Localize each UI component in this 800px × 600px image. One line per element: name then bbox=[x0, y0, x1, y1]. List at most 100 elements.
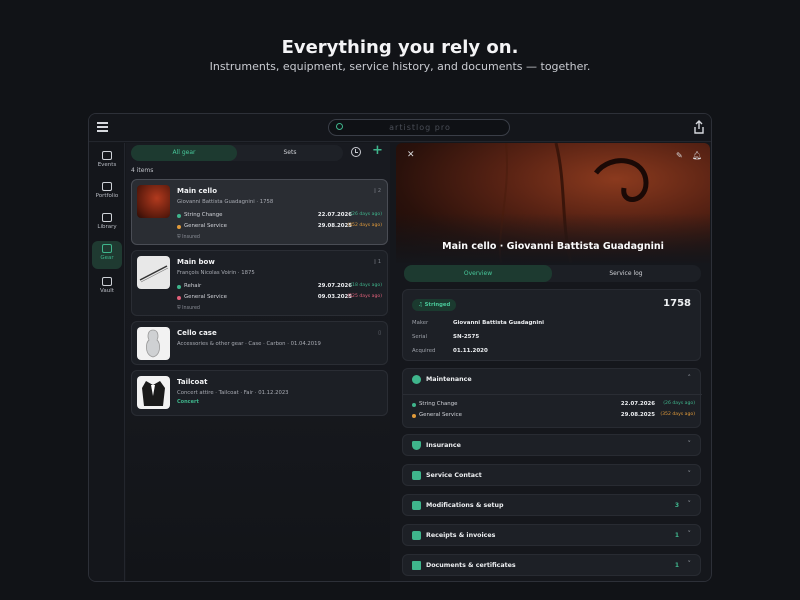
section-title: Receipts & invoices bbox=[426, 532, 496, 539]
cello-thumbnail bbox=[137, 185, 170, 218]
service-relative: (26 days ago) bbox=[663, 401, 695, 406]
info-value: SN-2575 bbox=[453, 334, 480, 340]
service-name: Rehair bbox=[184, 283, 202, 289]
vault-icon bbox=[102, 277, 112, 286]
gear-card-main-bow[interactable]: Main bow François Nicolas Voirin · 1875 … bbox=[131, 250, 388, 316]
tab-sets[interactable]: Sets bbox=[237, 145, 343, 161]
bell-icon[interactable]: 🔔︎ bbox=[692, 151, 702, 160]
instrument-banner: ✕ ✎ 🔔︎ Main cello · Giovanni Battista Gu… bbox=[396, 143, 710, 263]
add-icon[interactable]: + bbox=[372, 143, 383, 158]
close-icon[interactable]: ✕ bbox=[407, 150, 415, 160]
rail-item-portfolio[interactable]: Portfolio bbox=[92, 179, 122, 207]
rail-label: Gear bbox=[100, 255, 114, 261]
status-dot bbox=[177, 225, 181, 229]
shield-icon bbox=[412, 441, 421, 450]
service-relative: (525 days ago) bbox=[347, 294, 382, 299]
rail-item-events[interactable]: Events bbox=[92, 148, 122, 176]
category-label: Stringed bbox=[424, 302, 451, 308]
card-subtitle: Giovanni Battista Guadagnini · 1758 bbox=[177, 199, 274, 205]
edit-icon[interactable]: ✎ bbox=[676, 151, 683, 160]
folder-icon bbox=[412, 561, 421, 570]
card-title: Tailcoat bbox=[177, 378, 208, 386]
service-row: Rehair 29.07.2026 (18 days ago) bbox=[177, 283, 382, 291]
history-icon[interactable] bbox=[351, 147, 361, 157]
insured-label: Insured bbox=[182, 235, 200, 240]
status-dot bbox=[412, 414, 416, 418]
tab-all-gear[interactable]: All gear bbox=[131, 145, 237, 161]
receipt-icon bbox=[412, 531, 421, 540]
tab-overview[interactable]: Overview bbox=[404, 265, 552, 282]
service-row: String Change 22.07.2026 (26 days ago) bbox=[177, 212, 382, 220]
modifications-section[interactable]: Modifications & setup 3 ˅ bbox=[402, 494, 701, 516]
info-value: 01.11.2020 bbox=[453, 348, 488, 354]
service-name: String Change bbox=[419, 401, 458, 407]
info-key: Serial bbox=[412, 334, 427, 340]
attachment-count: ▯ 2 bbox=[373, 188, 381, 194]
insurance-section[interactable]: Insurance ˅ bbox=[402, 434, 701, 456]
chevron-down-icon: ˅ bbox=[687, 560, 692, 568]
gear-card-cello-case[interactable]: Cello case Accessories & other gear · Ca… bbox=[131, 321, 388, 365]
rail-item-library[interactable]: Library bbox=[92, 210, 122, 238]
wrench-clock-icon bbox=[412, 375, 421, 384]
info-key: Maker bbox=[412, 320, 429, 326]
side-rail: Events Portfolio Library Gear Vault bbox=[89, 143, 125, 581]
rail-item-vault[interactable]: Vault bbox=[92, 274, 122, 302]
gear-sliders-icon bbox=[102, 244, 112, 253]
rail-item-gear[interactable]: Gear bbox=[92, 241, 122, 269]
attachment-count-value: 2 bbox=[377, 188, 381, 194]
card-subtitle: Concert attire · Tailcoat · Fair · 01.12… bbox=[177, 390, 289, 396]
service-row: General Service 29.08.2025 (352 days ago… bbox=[177, 223, 382, 231]
share-icon[interactable] bbox=[693, 120, 705, 134]
tools-icon bbox=[412, 501, 421, 510]
chevron-down-icon: ˅ bbox=[687, 500, 692, 508]
insured-label: Insured bbox=[182, 306, 200, 311]
search-bar[interactable]: artistlog pro bbox=[328, 119, 510, 136]
service-contact-section[interactable]: Service Contact ˅ bbox=[402, 464, 701, 486]
chevron-up-icon[interactable]: ˄ bbox=[688, 374, 692, 382]
insured-badge: ⛨ Insured bbox=[177, 235, 200, 240]
tab-service-log[interactable]: Service log bbox=[552, 265, 700, 282]
case-thumbnail bbox=[137, 327, 170, 360]
gear-card-main-cello[interactable]: Main cello Giovanni Battista Guadagnini … bbox=[131, 179, 388, 245]
gear-filter-tabs: All gear Sets bbox=[131, 145, 343, 161]
status-dot bbox=[177, 214, 181, 218]
service-name: General Service bbox=[419, 412, 462, 418]
service-relative: (26 days ago) bbox=[350, 212, 382, 217]
detail-title: Main cello · Giovanni Battista Guadagnin… bbox=[442, 241, 664, 252]
service-row: General Service 29.08.2025 (352 days ago… bbox=[412, 412, 695, 420]
rail-label: Portfolio bbox=[95, 193, 119, 199]
section-count: 1 bbox=[674, 562, 679, 569]
maintenance-section: Maintenance ˄ String Change 22.07.2026 (… bbox=[402, 368, 702, 428]
rail-label: Library bbox=[97, 224, 117, 230]
search-text: artistlog pro bbox=[389, 123, 451, 132]
instrument-info-card: ♫ Stringed 1758 Maker Giovanni Battista … bbox=[402, 289, 701, 361]
card-title: Main cello bbox=[177, 187, 218, 195]
section-count: 3 bbox=[674, 502, 679, 509]
service-date: 29.08.2025 bbox=[620, 412, 655, 418]
card-subtitle: Accessories & other gear · Case · Carbon… bbox=[177, 341, 321, 347]
service-date: 22.07.2026 bbox=[317, 212, 352, 218]
gear-card-tailcoat[interactable]: Tailcoat Concert attire · Tailcoat · Fai… bbox=[131, 370, 388, 416]
section-title: Maintenance bbox=[426, 376, 472, 383]
service-date: 22.07.2026 bbox=[620, 401, 655, 407]
service-name: General Service bbox=[184, 294, 227, 300]
instrument-year: 1758 bbox=[663, 298, 691, 309]
section-title: Insurance bbox=[426, 442, 461, 449]
section-count: 1 bbox=[674, 532, 679, 539]
status-dot bbox=[177, 285, 181, 289]
detail-pane: ✕ ✎ 🔔︎ Main cello · Giovanni Battista Gu… bbox=[396, 143, 710, 581]
rail-label: Events bbox=[97, 162, 117, 168]
status-dot bbox=[177, 296, 181, 300]
documents-section[interactable]: Documents & certificates 1 ˅ bbox=[402, 554, 701, 576]
info-key: Acquired bbox=[412, 348, 436, 354]
detail-tabs: Overview Service log bbox=[404, 265, 701, 282]
library-icon bbox=[102, 213, 112, 222]
service-name: General Service bbox=[184, 223, 227, 229]
receipts-section[interactable]: Receipts & invoices 1 ˅ bbox=[402, 524, 701, 546]
service-row: String Change 22.07.2026 (26 days ago) bbox=[412, 401, 695, 409]
calendar-icon bbox=[102, 151, 112, 160]
hamburger-menu-icon[interactable] bbox=[97, 122, 108, 132]
top-bar: artistlog pro bbox=[89, 114, 711, 142]
section-title: Modifications & setup bbox=[426, 502, 504, 509]
chevron-down-icon: ˅ bbox=[687, 440, 692, 448]
